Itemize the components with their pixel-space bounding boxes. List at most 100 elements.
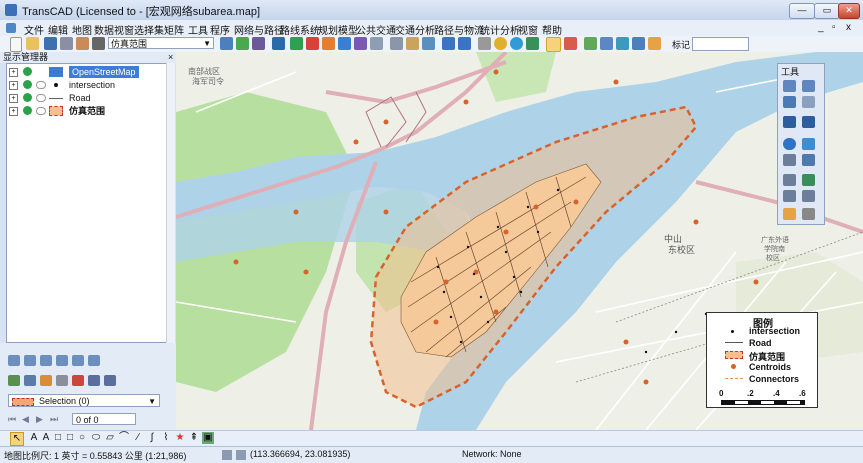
mdi-minimize-button[interactable]: _ bbox=[818, 22, 824, 33]
layer-manager-scrollbar[interactable] bbox=[166, 63, 175, 343]
annotation-icon[interactable] bbox=[783, 190, 796, 202]
select-polygon-icon[interactable] bbox=[616, 37, 629, 50]
record-counter[interactable]: 0 of 0 bbox=[72, 413, 136, 425]
select-by-condition-icon[interactable] bbox=[8, 375, 20, 386]
label-icon[interactable] bbox=[406, 37, 419, 50]
circle-tool-icon[interactable]: ○ bbox=[76, 432, 88, 444]
network-tool-icon[interactable] bbox=[802, 190, 815, 202]
zoom-in-icon[interactable] bbox=[783, 80, 796, 92]
last-record-icon[interactable]: ⏭ bbox=[50, 414, 60, 425]
pin-icon[interactable] bbox=[478, 37, 491, 50]
binoculars-icon[interactable] bbox=[252, 37, 265, 50]
layer-select[interactable]: 仿真范围 ▼ bbox=[108, 37, 214, 49]
select-region-icon[interactable] bbox=[802, 174, 815, 186]
pie-chart-icon[interactable] bbox=[306, 37, 319, 50]
next-record-icon[interactable]: ▶ bbox=[36, 414, 46, 425]
save-icon[interactable] bbox=[44, 37, 57, 50]
mark-input[interactable] bbox=[692, 37, 749, 51]
palette-icon[interactable] bbox=[354, 37, 367, 50]
layer-manager-close-button[interactable]: × bbox=[168, 52, 173, 63]
previous-record-icon[interactable]: ◀ bbox=[22, 414, 32, 425]
new-file-icon[interactable] bbox=[10, 37, 22, 52]
selection-combo[interactable]: Selection (0) ▼ bbox=[8, 394, 160, 407]
menu-statistics[interactable]: 统计分析 bbox=[480, 22, 520, 37]
rotate-icon[interactable] bbox=[802, 96, 815, 108]
map-legend[interactable]: 图例 intersection Road 仿真范围 Centroids Conn… bbox=[706, 312, 818, 408]
zoom-out-icon[interactable] bbox=[802, 80, 815, 92]
visible-check-icon[interactable] bbox=[23, 93, 32, 102]
measure-icon[interactable] bbox=[783, 154, 796, 166]
identify-icon[interactable] bbox=[802, 138, 815, 150]
redo-icon[interactable] bbox=[458, 37, 471, 50]
copy-icon[interactable] bbox=[76, 37, 89, 50]
expand-icon[interactable]: + bbox=[9, 107, 18, 116]
settings-tool-icon[interactable] bbox=[802, 208, 815, 220]
menu-transit[interactable]: 公共交通 bbox=[356, 22, 396, 37]
layer-row-road[interactable]: + Road bbox=[9, 92, 171, 104]
undo-icon[interactable] bbox=[442, 37, 455, 50]
ellipse-tool-icon[interactable]: ⬭ bbox=[90, 432, 102, 444]
full-extent-icon[interactable] bbox=[802, 116, 815, 128]
select-line-icon[interactable] bbox=[56, 355, 68, 366]
layer-table-icon[interactable] bbox=[220, 37, 233, 50]
select-shape-icon[interactable] bbox=[72, 355, 84, 366]
selection-clear-icon[interactable] bbox=[72, 375, 84, 386]
shapes-icon[interactable] bbox=[338, 37, 351, 50]
star-symbol-icon[interactable]: ★ bbox=[174, 432, 186, 444]
select-point-icon[interactable] bbox=[8, 355, 20, 366]
pencil-icon[interactable] bbox=[236, 37, 249, 50]
menu-tools[interactable]: 工具 bbox=[188, 22, 208, 37]
selection-color-icon[interactable] bbox=[40, 375, 52, 386]
menu-dataview[interactable]: 数据视窗 bbox=[94, 22, 134, 37]
globe-icon[interactable] bbox=[494, 37, 507, 50]
rectangle-tool-icon[interactable]: □ bbox=[52, 432, 64, 444]
select-pointer-icon[interactable] bbox=[546, 37, 561, 52]
grid-icon[interactable] bbox=[370, 37, 383, 50]
selection-settings-icon[interactable] bbox=[104, 375, 116, 386]
close-button[interactable]: ✕ bbox=[838, 3, 860, 19]
layers-icon[interactable] bbox=[60, 37, 73, 50]
text-style-icon[interactable]: A bbox=[40, 432, 52, 444]
menu-planning[interactable]: 规划模型 bbox=[318, 22, 358, 37]
open-folder-icon[interactable] bbox=[26, 37, 39, 50]
visible-check-icon[interactable] bbox=[23, 80, 32, 89]
zoom-selection-icon[interactable] bbox=[24, 375, 36, 386]
menu-networks-paths[interactable]: 网络与路径 bbox=[234, 22, 284, 37]
layer-row-simulation-area[interactable]: + 仿真范围 bbox=[9, 105, 171, 117]
mdi-close-button[interactable]: x bbox=[846, 22, 851, 33]
square-tool-icon[interactable]: □ bbox=[64, 432, 76, 444]
select-tool-icon[interactable] bbox=[783, 174, 796, 186]
select-radius-icon[interactable] bbox=[632, 37, 645, 50]
eye-icon[interactable] bbox=[36, 107, 46, 115]
image-tool-icon[interactable]: ▣ bbox=[202, 432, 214, 444]
eye-icon[interactable] bbox=[36, 81, 46, 89]
minimize-button[interactable]: — bbox=[789, 3, 815, 19]
list-icon[interactable] bbox=[390, 37, 403, 50]
print-icon[interactable] bbox=[92, 37, 105, 50]
select-settings-icon[interactable] bbox=[88, 355, 100, 366]
menu-edit[interactable]: 编辑 bbox=[48, 22, 68, 37]
selection-copy-icon[interactable] bbox=[56, 375, 68, 386]
menu-selection[interactable]: 选择集 bbox=[134, 22, 164, 37]
first-record-icon[interactable]: ⏮ bbox=[8, 414, 18, 425]
north-arrow-icon[interactable]: ⇞ bbox=[188, 432, 200, 444]
layer-row-openstreetmap[interactable]: + OpenStreetMap bbox=[9, 66, 171, 78]
color-tool-icon[interactable] bbox=[783, 208, 796, 220]
select-zoom-icon[interactable] bbox=[600, 37, 613, 50]
visible-check-icon[interactable] bbox=[23, 67, 32, 76]
maximize-button[interactable]: ▭ bbox=[814, 3, 840, 19]
freehand-tool-icon[interactable]: ⌇ bbox=[160, 432, 172, 444]
select-circle-icon[interactable] bbox=[24, 355, 36, 366]
eye-icon[interactable] bbox=[36, 94, 46, 102]
menu-traffic[interactable]: 交通分析 bbox=[395, 22, 435, 37]
menu-help[interactable]: 帮助 bbox=[542, 22, 562, 37]
search-map-icon[interactable] bbox=[526, 37, 539, 50]
expand-icon[interactable]: + bbox=[9, 94, 18, 103]
expand-icon[interactable]: + bbox=[9, 68, 18, 77]
filter-icon[interactable] bbox=[422, 37, 435, 50]
selection-table-icon[interactable] bbox=[88, 375, 100, 386]
polyline-tool-icon[interactable]: ⌒ bbox=[118, 432, 130, 444]
pointer-icon[interactable]: ↖ bbox=[10, 432, 24, 446]
menu-matrix[interactable]: 矩阵 bbox=[164, 22, 184, 37]
dataview-icon[interactable] bbox=[272, 37, 285, 50]
